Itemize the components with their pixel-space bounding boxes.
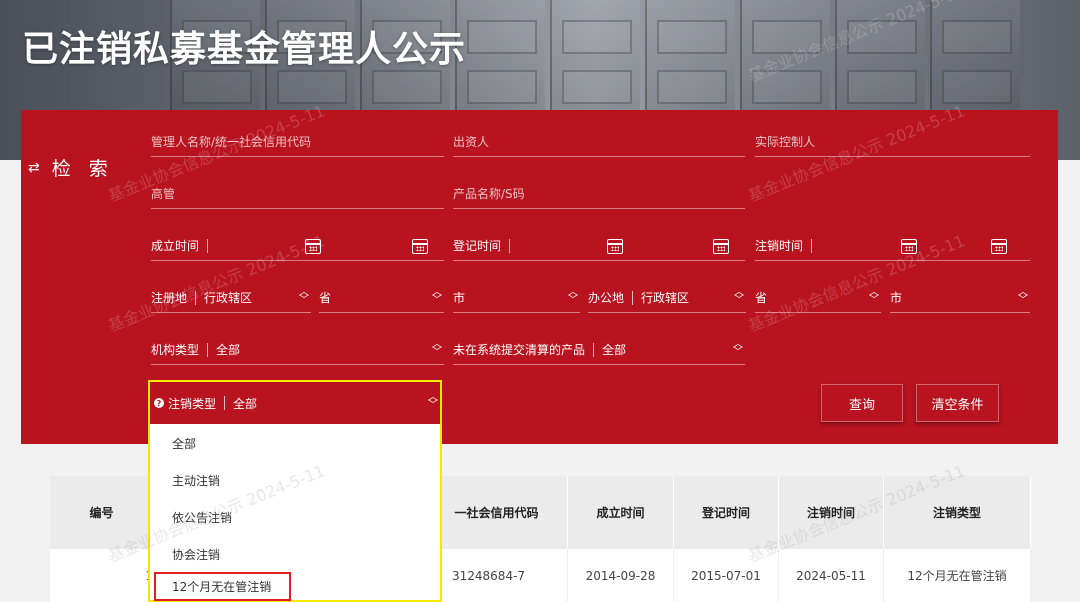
office-city-select[interactable]: 市 ︿ ﹀ <box>890 283 1030 313</box>
chevron-updown-icon: ︿ ﹀ <box>869 287 879 306</box>
controller-input[interactable]: 实际控制人 <box>755 127 1030 157</box>
column-header: 成立时间 <box>568 476 674 549</box>
page-title: 已注销私募基金管理人公示 <box>22 29 467 70</box>
office-admin-region-select[interactable]: 办公地 行政辖区 ︿ ﹀ <box>588 283 746 313</box>
dropdown-option[interactable]: 全部 <box>172 435 196 452</box>
manager-name-input[interactable]: 管理人名称/统一社会信用代码 <box>151 127 444 157</box>
filter-icon: ⇄ <box>28 159 40 176</box>
calendar-icon[interactable] <box>901 239 917 254</box>
established-date-range[interactable]: 成立时间 <box>151 231 444 261</box>
table-cell: 2014-09-28 <box>568 549 674 602</box>
search-label: ⇄ 检 索 <box>28 158 114 180</box>
query-button[interactable]: 查询 <box>821 384 903 422</box>
dropdown-option[interactable]: 主动注销 <box>172 472 220 489</box>
table-cell: 31248684-7 <box>426 549 568 602</box>
office-province-select[interactable]: 省 ︿ ﹀ <box>755 283 881 313</box>
dropdown-option-highlighted[interactable]: 12个月无在管注销 <box>154 572 292 601</box>
chevron-updown-icon: ︿ ﹀ <box>1018 287 1028 306</box>
reg-admin-region-select[interactable]: 注册地 行政辖区 ︿ ﹀ <box>151 283 311 313</box>
chevron-updown-icon: ︿ ﹀ <box>734 287 744 306</box>
cancel-type-dropdown: 全部 主动注销 依公告注销 协会注销 12个月无在管注销 <box>150 424 440 601</box>
org-type-select[interactable]: 机构类型 全部 ︿ ﹀ <box>151 335 444 365</box>
calendar-icon[interactable] <box>305 239 321 254</box>
clear-button[interactable]: 清空条件 <box>916 384 999 422</box>
chevron-updown-icon: ︿ ﹀ <box>733 339 743 358</box>
table-cell: 2024-05-11 <box>779 549 884 602</box>
reg-province-select[interactable]: 省 ︿ ﹀ <box>319 283 444 313</box>
column-header: 编号 <box>50 476 154 549</box>
cancelled-date-range[interactable]: 注销时间 <box>755 231 1030 261</box>
table-cell: 1 <box>50 549 154 602</box>
registered-date-range[interactable]: 登记时间 <box>453 231 745 261</box>
reg-city-select[interactable]: 市 ︿ ﹀ <box>453 283 580 313</box>
cancel-type-highlight: ? 注销类型 全部 ︿ ﹀ 全部 主动注销 依公告注销 协会注销 12个月无在管注… <box>148 380 442 602</box>
chevron-updown-icon: ︿ ﹀ <box>432 339 442 358</box>
column-header: 注销类型 <box>884 476 1031 549</box>
investor-input[interactable]: 出资人 <box>453 127 745 157</box>
calendar-icon[interactable] <box>991 239 1007 254</box>
calendar-icon[interactable] <box>412 239 428 254</box>
column-header: 一社会信用代码 <box>426 476 568 549</box>
calendar-icon[interactable] <box>607 239 623 254</box>
dropdown-option[interactable]: 协会注销 <box>172 546 220 563</box>
chevron-updown-icon: ︿ ﹀ <box>428 392 438 411</box>
cancel-type-select[interactable]: ? 注销类型 全部 ︿ ﹀ <box>150 382 440 424</box>
help-icon[interactable]: ? <box>154 398 164 408</box>
chevron-updown-icon: ︿ ﹀ <box>432 287 442 306</box>
unsubmitted-product-select[interactable]: 未在系统提交清算的产品 全部 ︿ ﹀ <box>453 335 745 365</box>
table-cell: 12个月无在管注销 <box>884 549 1031 602</box>
table-cell: 2015-07-01 <box>674 549 779 602</box>
chevron-updown-icon: ︿ ﹀ <box>568 287 578 306</box>
dropdown-option[interactable]: 依公告注销 <box>172 509 232 526</box>
column-header: 注销时间 <box>779 476 884 549</box>
calendar-icon[interactable] <box>713 239 729 254</box>
chevron-updown-icon: ︿ ﹀ <box>299 287 309 306</box>
executive-input[interactable]: 高管 <box>151 179 444 209</box>
column-header: 登记时间 <box>674 476 779 549</box>
product-input[interactable]: 产品名称/S码 <box>453 179 745 209</box>
